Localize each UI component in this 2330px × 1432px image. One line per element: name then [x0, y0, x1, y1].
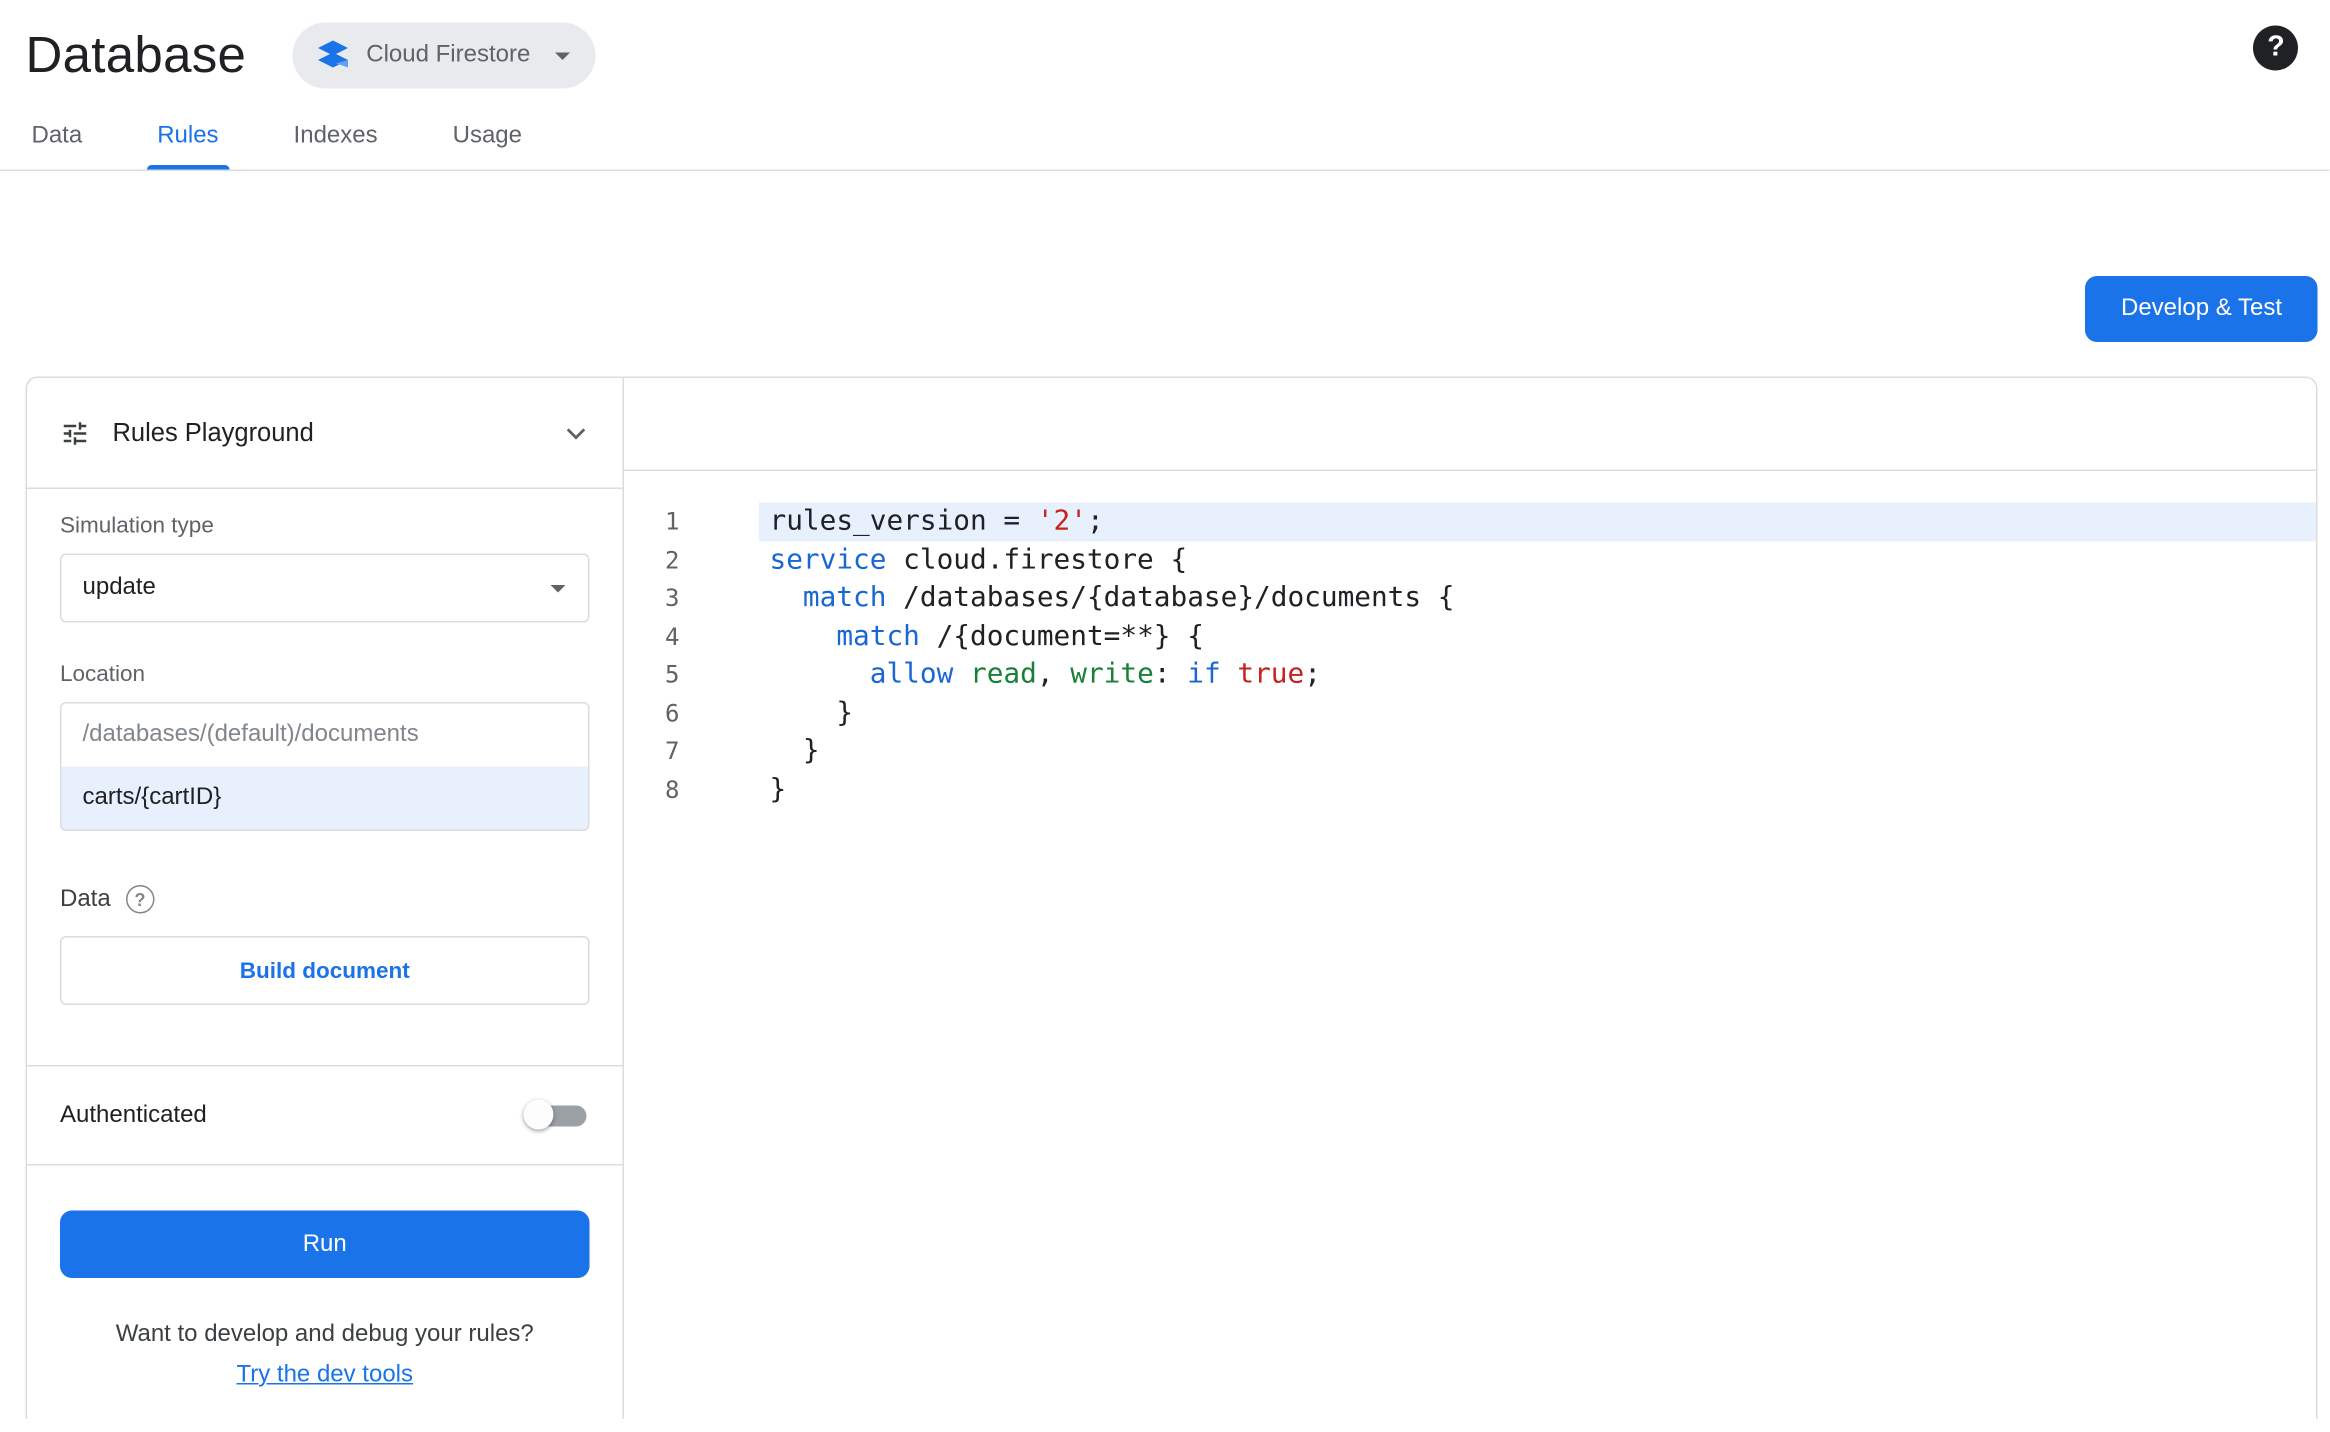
chevron-down-icon: [544, 38, 580, 74]
code-line[interactable]: match /databases/{database}/documents {: [759, 579, 2316, 617]
code-line[interactable]: match /{document=**} {: [759, 617, 2316, 655]
code-token: }: [769, 696, 854, 729]
code-row[interactable]: 7 }: [624, 732, 2316, 770]
editor-toolbar: [624, 378, 2317, 471]
simulation-form: Simulation type update Location /databas…: [27, 489, 623, 1067]
toggle-thumb: [523, 1099, 554, 1130]
tab-usage[interactable]: Usage: [447, 105, 528, 170]
simulation-type-value: update: [82, 574, 156, 601]
code-token: :: [1153, 658, 1188, 691]
authenticated-row: Authenticated: [27, 1067, 623, 1166]
code-token: cloud.firestore {: [886, 543, 1188, 576]
run-section: Run Want to develop and debug your rules…: [27, 1166, 622, 1390]
code-token: rules_version =: [769, 505, 1037, 538]
page-title: Database: [25, 26, 247, 84]
code-row[interactable]: 2 service cloud.firestore {: [624, 541, 2316, 579]
product-selector-label: Cloud Firestore: [366, 42, 531, 68]
code-token: ,: [1036, 658, 1071, 691]
code-token: }: [769, 735, 820, 767]
rules-card: Rules Playground Simulation type update …: [25, 376, 2318, 1419]
action-row: Develop & Test: [0, 171, 2330, 342]
code-line[interactable]: }: [759, 732, 2316, 770]
select-caret-icon: [540, 570, 576, 606]
code-token: read: [970, 658, 1037, 691]
tab-data[interactable]: Data: [26, 105, 89, 170]
code-line[interactable]: rules_version = '2';: [759, 502, 2317, 541]
code-line[interactable]: }: [759, 770, 2316, 808]
location-label: Location: [60, 661, 146, 688]
code-token: ;: [1304, 658, 1321, 691]
location-prefix: /databases/(default)/documents: [61, 703, 588, 767]
line-number: 4: [665, 621, 680, 651]
code-token: allow: [869, 658, 954, 691]
code-token: ;: [1086, 505, 1104, 538]
simulation-type-label: Simulation type: [60, 513, 214, 539]
code-row[interactable]: 4 match /{document=**} {: [624, 617, 2316, 655]
dev-tools-link[interactable]: Try the dev tools: [60, 1362, 590, 1389]
data-label: Data: [60, 885, 111, 912]
firestore-rules-page: Database Cloud Firestore ? Data Rules In…: [0, 0, 2330, 1432]
location-field: /databases/(default)/documents carts/{ca…: [60, 702, 590, 831]
tab-rules[interactable]: Rules: [146, 105, 229, 170]
code-line[interactable]: }: [759, 694, 2316, 732]
code-token: /databases/{database}/documents {: [886, 582, 1455, 614]
product-selector[interactable]: Cloud Firestore: [292, 22, 595, 89]
run-button[interactable]: Run: [60, 1210, 590, 1278]
help-icon[interactable]: ?: [2253, 25, 2299, 71]
authenticated-toggle[interactable]: [523, 1099, 590, 1132]
line-number: 6: [665, 698, 680, 727]
dev-tools-question: Want to develop and debug your rules?: [115, 1321, 534, 1348]
develop-test-button[interactable]: Develop & Test: [2085, 276, 2318, 342]
playground-header[interactable]: Rules Playground: [27, 378, 623, 489]
rules-playground-panel: Rules Playground Simulation type update …: [27, 378, 624, 1419]
code-token: match: [836, 620, 920, 652]
line-number: 3: [665, 583, 680, 613]
code-token: write: [1070, 658, 1154, 691]
code-row[interactable]: 6 }: [624, 694, 2316, 732]
code-line[interactable]: allow read, write: if true;: [759, 656, 2316, 694]
code-token: service: [769, 543, 887, 576]
code-area[interactable]: 1 rules_version = '2'; 2 service cloud.fire…: [624, 471, 2317, 1419]
code-token: }: [769, 773, 787, 805]
code-line[interactable]: service cloud.firestore {: [759, 541, 2316, 579]
collapse-chevron-icon[interactable]: [560, 416, 593, 449]
data-help-icon[interactable]: ?: [125, 885, 155, 914]
authenticated-label: Authenticated: [60, 1101, 207, 1128]
app-header: Database Cloud Firestore ?: [0, 0, 2330, 105]
code-token: true: [1237, 658, 1305, 691]
line-number: 8: [665, 774, 680, 804]
code-row[interactable]: 8}: [624, 770, 2316, 808]
code-token: '2': [1036, 505, 1087, 538]
line-number: 5: [665, 660, 680, 689]
firestore-icon: [314, 36, 353, 75]
build-document-button[interactable]: Build document: [60, 936, 590, 1005]
code-row[interactable]: 1 rules_version = '2';: [624, 502, 2317, 541]
tune-icon: [60, 418, 90, 448]
playground-title: Rules Playground: [112, 417, 314, 447]
data-row: Data ?: [60, 885, 590, 914]
location-input[interactable]: carts/{cartID}: [61, 766, 588, 830]
line-number: 1: [665, 507, 680, 536]
simulation-type-select[interactable]: update: [60, 553, 590, 623]
tab-indexes[interactable]: Indexes: [288, 105, 384, 170]
line-number: 2: [665, 545, 680, 574]
code-row[interactable]: 5 allow read, write: if true;: [624, 656, 2316, 694]
rules-editor: 1 rules_version = '2'; 2 service cloud.fire…: [624, 378, 2317, 1419]
tab-bar: Data Rules Indexes Usage: [0, 105, 2330, 171]
code-token: if: [1187, 658, 1221, 691]
code-token: /{document=**} {: [919, 620, 1204, 652]
line-number: 7: [665, 736, 680, 766]
code-token: match: [802, 582, 887, 614]
code-row[interactable]: 3 match /databases/{database}/documents …: [624, 579, 2316, 617]
